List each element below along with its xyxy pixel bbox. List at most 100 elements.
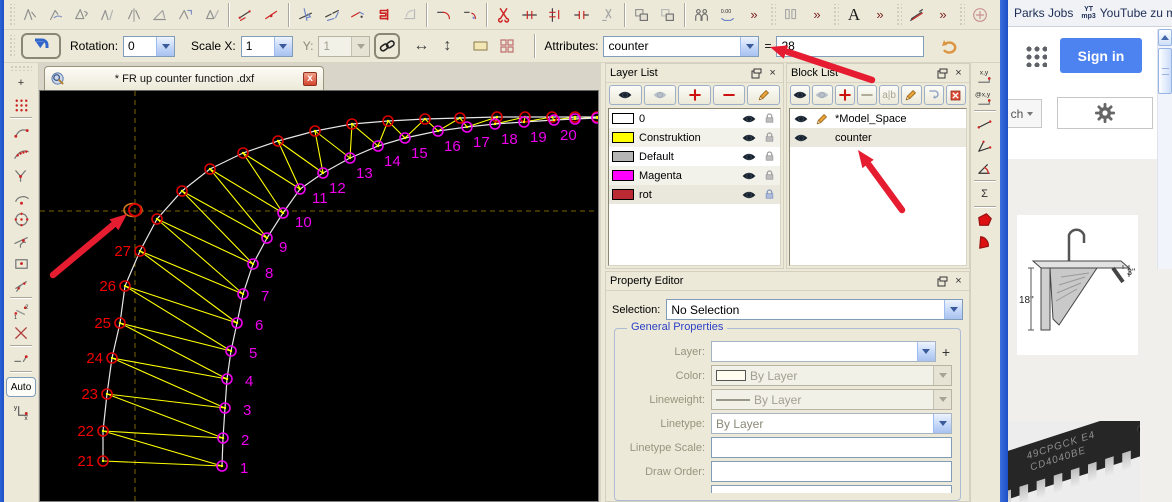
attribute-value-input[interactable] [776, 36, 924, 57]
remove-layer-button[interactable] [713, 85, 746, 105]
close-panel-icon[interactable]: × [766, 67, 779, 80]
rotation-combo[interactable]: 0 [123, 36, 175, 57]
sum-icon-button[interactable]: Σ [973, 183, 997, 205]
people-icon-button[interactable] [689, 2, 715, 28]
scale-x-combo[interactable]: 1 [241, 36, 293, 57]
property-input[interactable] [711, 437, 952, 458]
drawing-canvas[interactable]: 2122232425262712345678910111213141516171… [39, 90, 599, 502]
selection-combo[interactable]: No Selection [666, 299, 963, 320]
edit-layer-button[interactable] [747, 85, 780, 105]
close-panel-icon[interactable]: × [952, 67, 965, 80]
add-layer-inline-button[interactable]: + [940, 344, 952, 360]
snap-middle-icon-button[interactable] [9, 252, 33, 274]
layer-row-0[interactable]: 0 [609, 109, 780, 128]
cut-n-icon-button[interactable] [595, 2, 621, 28]
break-icon-button[interactable] [569, 2, 595, 28]
settings-button[interactable] [1057, 97, 1153, 129]
float-panel-icon[interactable] [936, 67, 949, 80]
modify-line-icon-button[interactable] [233, 2, 259, 28]
coord-relative-icon-button[interactable]: @x,y [973, 87, 997, 109]
overflow2-icon-button[interactable]: » [804, 2, 830, 28]
shear-icon-button[interactable] [199, 2, 225, 28]
cut-icon-button[interactable] [491, 2, 517, 28]
lengthen-icon-button[interactable] [345, 2, 371, 28]
layer-row-Default[interactable]: Default [609, 147, 780, 166]
array-insert-button[interactable] [494, 33, 520, 59]
trim-two-icon-button[interactable] [319, 2, 345, 28]
toolbar-drag-handle[interactable] [8, 4, 15, 26]
coord-absolute-icon-button[interactable]: x,y [973, 65, 997, 87]
overflow-icon-button[interactable]: » [741, 2, 767, 28]
single-insert-button[interactable] [468, 33, 494, 59]
layer-row-Magenta[interactable]: Magenta [609, 166, 780, 185]
overflow3-icon-button[interactable]: » [867, 2, 893, 28]
flip-horizontal-button[interactable]: ↔ [408, 33, 434, 59]
toolbar-drag-handle[interactable] [10, 65, 32, 71]
scale-icon-button[interactable] [147, 2, 173, 28]
snap-endpoint-icon-button[interactable] [9, 120, 33, 142]
mirror-vertical-icon-button[interactable] [121, 2, 147, 28]
snap-on-entity-icon-button[interactable] [9, 142, 33, 164]
show-all-blocks-button[interactable] [790, 85, 810, 105]
float-panel-icon[interactable] [936, 275, 949, 288]
show-all-layers-button[interactable] [609, 85, 642, 105]
float-panel-icon[interactable] [750, 67, 763, 80]
bookmark-youtube-mp3[interactable]: YouTube zu mp3 [1100, 6, 1172, 20]
add-block-button[interactable] [835, 85, 855, 105]
close-panel-icon[interactable]: × [952, 275, 965, 288]
copy-window-icon-button[interactable] [655, 2, 681, 28]
add-layer-button[interactable] [678, 85, 711, 105]
scrollbar-thumb[interactable] [1158, 48, 1172, 94]
insert-block-button[interactable] [924, 85, 944, 105]
google-apps-icon[interactable] [1025, 45, 1047, 67]
flip-vertical-button[interactable]: ↕ [434, 33, 460, 59]
restrict-horizontal-icon-button[interactable] [9, 348, 33, 370]
mirror-icon-button[interactable] [95, 2, 121, 28]
scroll-up-button[interactable] [1158, 29, 1172, 46]
snap-grid-icon-button[interactable] [9, 94, 33, 116]
snap-center-icon-button[interactable] [9, 186, 33, 208]
toolbar-drag-handle[interactable] [832, 4, 839, 26]
insert-block-button[interactable] [21, 33, 61, 59]
ic-chip-image[interactable]: 49CPGCK E4 CD4040BE [1008, 421, 1140, 502]
property-input[interactable] [711, 461, 952, 482]
property-input[interactable] [711, 485, 952, 493]
hide-all-layers-button[interactable] [644, 85, 677, 105]
toolbar-drag-handle[interactable] [769, 4, 776, 26]
hide-all-blocks-button[interactable] [812, 85, 832, 105]
sign-in-button[interactable]: Sign in [1060, 38, 1142, 73]
overflow4-icon-button[interactable]: » [930, 2, 956, 28]
attributes-combo[interactable]: counter [603, 36, 759, 57]
bracket-diagram-image[interactable]: 18" 3" [1017, 215, 1138, 355]
measure-angle-icon-button[interactable] [973, 135, 997, 157]
measure-icon-button[interactable]: 0.00 [715, 2, 741, 28]
bookmark-parks-jobs[interactable]: Parks Jobs [1014, 6, 1073, 20]
rotate-icon-button[interactable] [43, 2, 69, 28]
browser-scrollbar[interactable] [1157, 29, 1172, 269]
trim-icon-button[interactable] [293, 2, 319, 28]
move-rotate-icon-button[interactable] [69, 2, 95, 28]
document-tab[interactable]: * FR up counter function .dxf x [44, 66, 324, 90]
toolbar-drag-handle[interactable] [958, 4, 965, 26]
explode-icon-button[interactable] [397, 2, 423, 28]
snap-intersection-icon-button[interactable] [9, 164, 33, 186]
stretch-icon-button[interactable] [173, 2, 199, 28]
explode-text-icon-button[interactable] [371, 2, 397, 28]
divide-icon-button[interactable] [517, 2, 543, 28]
snap-auto-button[interactable]: Auto [6, 377, 36, 397]
polyline-area-icon-button[interactable] [973, 209, 997, 231]
snap-free-icon-button[interactable]: + [9, 72, 33, 94]
measure-distance-icon-button[interactable] [973, 113, 997, 135]
arc-area-icon-button[interactable] [973, 231, 997, 253]
divide-freehand-icon-button[interactable] [543, 2, 569, 28]
snap-reference-icon-button[interactable]: 12 [9, 300, 33, 322]
search-dropdown[interactable]: ch [1008, 99, 1042, 128]
bevel-icon-button[interactable] [457, 2, 483, 28]
dimension-icon-button[interactable] [904, 2, 930, 28]
layer-row-Construktion[interactable]: Construktion [609, 128, 780, 147]
remove-all-blocks-button[interactable] [946, 85, 966, 105]
snap-tangent-icon-button[interactable] [9, 230, 33, 252]
relative-zero-button[interactable]: yx [9, 400, 33, 422]
edit-block-button[interactable] [901, 85, 921, 105]
toolbar-drag-handle[interactable] [8, 35, 15, 57]
